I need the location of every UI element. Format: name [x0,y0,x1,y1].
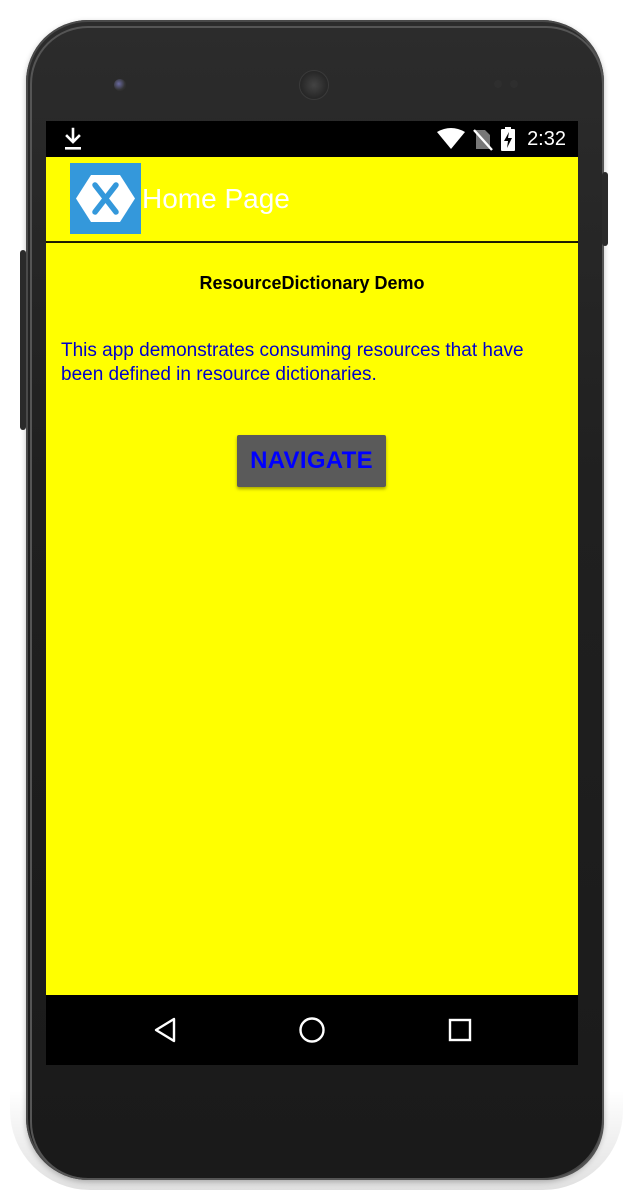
light-sensor [510,80,518,88]
earpiece-speaker [299,70,329,100]
device-screen: 2:32 Home Page ResourceDictionary Demo T… [46,121,578,1065]
app-bar: Home Page [46,157,578,241]
battery-charging-icon [501,127,516,151]
wifi-icon [437,128,466,149]
system-nav-bar [46,995,578,1065]
back-button[interactable] [148,1013,182,1047]
recents-icon [448,1018,472,1042]
xamarin-logo-icon [76,175,135,222]
home-button[interactable] [295,1013,329,1047]
description-label: This app demonstrates consuming resource… [61,340,524,385]
status-bar: 2:32 [46,121,578,157]
download-icon [65,127,81,150]
power-button [602,172,608,246]
proximity-sensor [494,80,502,88]
status-icons: 2:32 [437,121,566,157]
recents-button[interactable] [443,1013,477,1047]
page-title: Home Page [142,183,290,214]
device-frame: 2:32 Home Page ResourceDictionary Demo T… [0,0,633,1200]
volume-button [20,250,26,430]
app-logo [70,163,141,234]
back-icon [154,1017,176,1043]
home-icon [299,1017,325,1043]
no-sim-icon [473,129,493,151]
navigate-button[interactable]: NAVIGATE [237,435,386,487]
status-time: 2:32 [527,127,566,150]
main-content: ResourceDictionary Demo This app demonst… [46,243,578,995]
front-camera [114,79,126,91]
heading-label: ResourceDictionary Demo [199,273,425,293]
